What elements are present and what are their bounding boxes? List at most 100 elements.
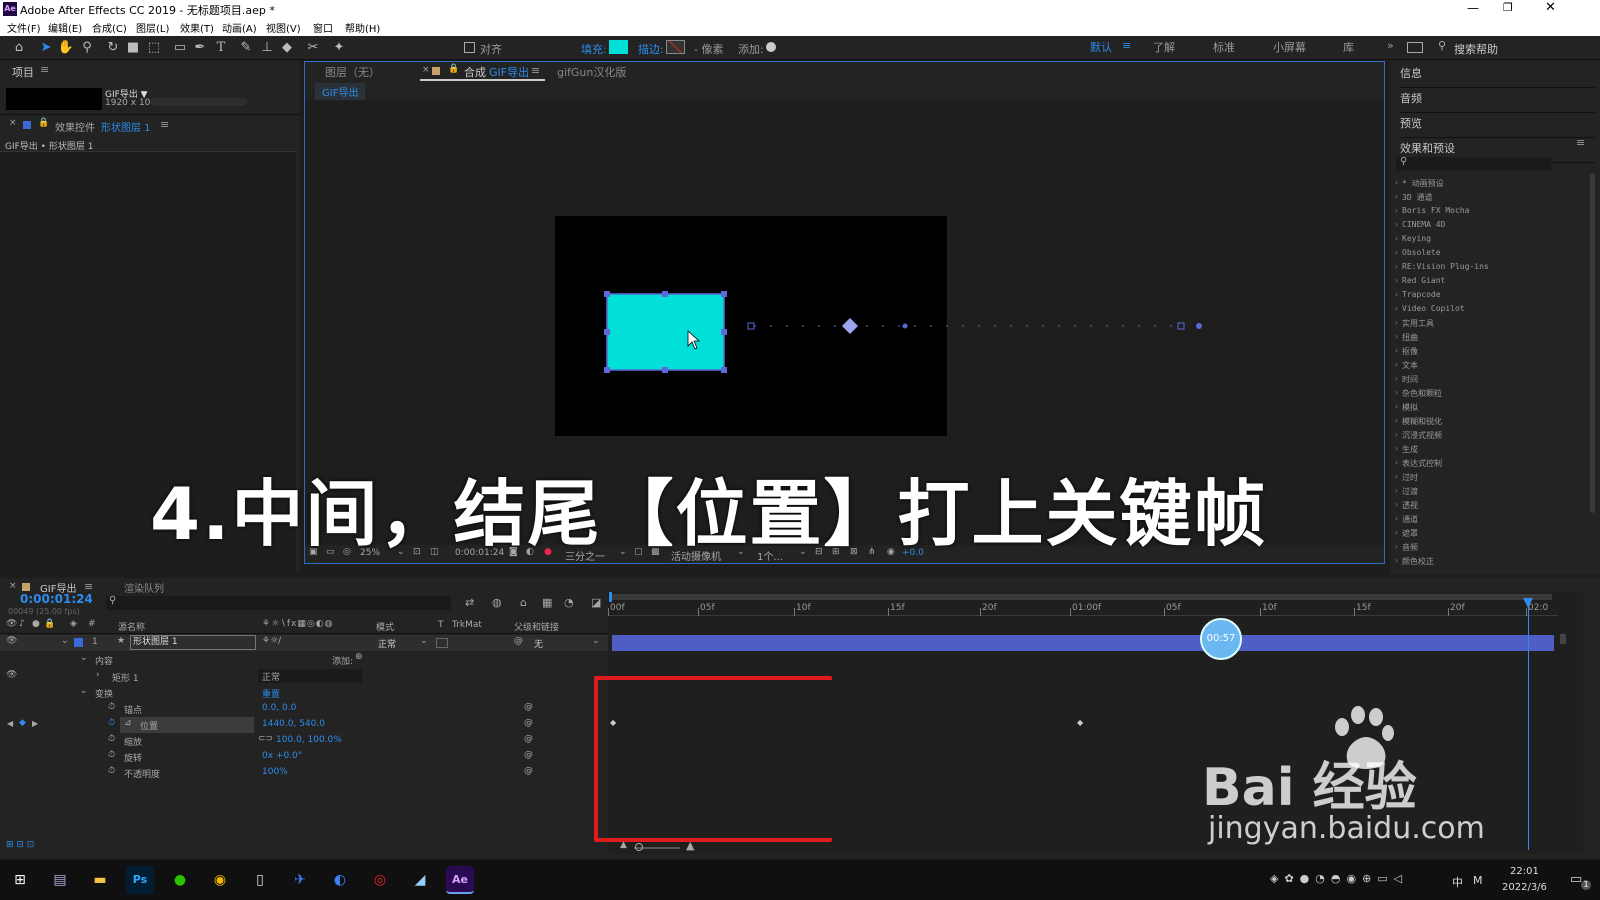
maximize-icon[interactable]: ❐ [1503,1,1513,14]
transform-reset-link[interactable]: 重置 [262,687,280,700]
effects-category[interactable]: › 生成 [1394,444,1418,455]
app-icon-2[interactable]: ◢ [406,866,434,894]
stopwatch-icon[interactable]: ⏱ [108,702,115,712]
pickwhip-icon[interactable]: @ [524,766,533,776]
photoshop-icon[interactable]: Ps [126,866,154,894]
effects-category[interactable]: › 过渡 [1394,486,1418,497]
workspace-3[interactable]: 小屏幕 [1273,39,1306,55]
transform-row[interactable]: ⌄ 变换 重置 [0,685,608,701]
contents-row[interactable]: ⌄ 内容 添加: ⊕ [0,652,608,668]
work-area-start[interactable] [609,592,612,602]
shape-rectangle[interactable] [606,293,725,371]
home-icon[interactable]: ⌂ [9,38,29,58]
effects-category[interactable]: › RE:Vision Plug-ins [1394,262,1489,271]
pickwhip-icon[interactable]: @ [524,702,533,712]
clock-date[interactable]: 2022/3/6 [1502,882,1547,893]
stopwatch-icon[interactable]: ⏱ [108,750,115,760]
workspace-0[interactable]: 默认 [1090,39,1112,55]
expand-chevron-icon[interactable]: › [1394,542,1399,551]
menu-item-4[interactable]: 效果(T) [180,20,214,35]
clone-tool-icon[interactable]: ⊥ [257,38,277,58]
expand-chevron-icon[interactable]: › [1394,430,1399,439]
trkmat-box[interactable] [436,638,448,648]
expand-chevron-icon[interactable]: › [1394,458,1399,467]
expand-chevron-icon[interactable]: › [1394,416,1399,425]
property-row-position[interactable]: ⏱ ⊿ 位置 1440.0, 540.0 @ [0,717,608,733]
contents-add-icon[interactable]: ⊕ [355,652,363,662]
effects-category[interactable]: › 3D 通道 [1394,192,1432,203]
effects-category[interactable]: › 时间 [1394,374,1418,385]
zoom-out-icon[interactable]: ▲ [620,840,627,850]
graph-editor-icon[interactable]: ◪ [591,596,601,609]
menu-item-2[interactable]: 合成(C) [92,20,127,35]
timeline-footer-icons[interactable]: ⊞ ⊟ ⊡ [6,840,34,850]
comp-flowchart-icon[interactable]: ⇄ [465,596,474,609]
effects-category[interactable]: › 表达式控制 [1394,458,1442,469]
expand-chevron-icon[interactable]: › [1394,304,1399,313]
tab-comp-name[interactable]: GIF导出 [489,64,529,80]
notepad-icon[interactable]: ▤ [46,866,74,894]
layer-parent-dropdown[interactable]: 无 [534,637,543,650]
layer-mode-dropdown[interactable]: 正常 [378,637,396,650]
layer-switches[interactable]: ⚘☼∕ [262,636,281,646]
zoom-tool-icon[interactable]: ⚲ [77,38,97,58]
timeline-timecode[interactable]: 0:00:01:24 [20,592,93,606]
parent-chevron-icon[interactable]: ⌄ [592,636,600,646]
file-explorer-icon[interactable]: ▬ [86,866,114,894]
timeline-zoom-slider[interactable]: ▲ ▲ [620,839,700,854]
time-ruler[interactable]: 00f 05f 10f 15f 20f 01:00f 05f 10f 15f 20f 02:0 [608,602,1558,616]
effects-category[interactable]: › * 动画预设 [1394,178,1444,189]
graph-icon[interactable]: ⊿ [124,718,132,728]
menu-item-6[interactable]: 视图(V) [266,20,301,35]
tab-comp-prefix[interactable]: 合成 [464,64,486,80]
clock-time[interactable]: 22:01 [1510,866,1539,877]
effects-category[interactable]: › 过时 [1394,472,1418,483]
wechat-icon[interactable]: ● [166,866,194,894]
pan-behind-icon[interactable]: ⬚ [144,38,164,58]
parent-header[interactable]: 父级和链接 [514,620,559,633]
stroke-color-swatch[interactable] [666,40,685,54]
layer-mode-chevron-icon[interactable]: ⌄ [420,636,428,646]
property-value[interactable]: 100.0, 100.0% [276,735,342,745]
property-value[interactable]: 0x +0.0° [262,751,302,761]
ime-mode-icon[interactable]: M [1473,874,1483,887]
minimize-icon[interactable]: — [1467,1,1479,15]
puppet-tool-icon[interactable]: ✦ [329,38,349,58]
stopwatch-icon[interactable]: ⏱ [108,718,115,728]
menu-item-8[interactable]: 帮助(H) [345,20,380,35]
rectangle-visibility-icon[interactable]: 👁 [6,670,17,680]
mode-header[interactable]: 模式 [376,620,394,633]
effects-category[interactable]: › 实用工具 [1394,318,1434,329]
effects-category[interactable]: › Trapcode [1394,290,1441,299]
tray-icons[interactable]: ◈✿●◔◓◉⊕▭◁ [1270,872,1408,885]
stopwatch-icon[interactable]: ⏱ [108,766,115,776]
expand-chevron-icon[interactable]: › [1394,346,1399,355]
comp-lock-icon[interactable]: 🔒 [448,64,459,74]
shy-icon[interactable]: ⌂ [520,596,527,609]
pen-tool-icon[interactable]: ✒ [190,38,210,58]
effects-category[interactable]: › Red Giant [1394,276,1445,285]
expand-chevron-icon[interactable]: › [1394,206,1399,215]
frame-blend-icon[interactable]: ▦ [542,596,552,609]
timeline-tab-render[interactable]: 渲染队列 [124,580,164,595]
effects-category[interactable]: › Boris FX Mocha [1394,206,1469,215]
fill-color-swatch[interactable] [609,40,628,54]
layer-duration-bar[interactable] [612,635,1554,651]
expand-chevron-icon[interactable]: › [1394,220,1399,229]
property-row-rotation[interactable]: ⏱ 旋转 0x +0.0° @ [0,749,608,765]
expand-chevron-icon[interactable]: › [1394,500,1399,509]
comp-chip[interactable]: GIF导出 [315,83,366,100]
zoom-in-icon[interactable]: ▲ [686,839,694,852]
expand-chevron-icon[interactable]: › [1394,178,1399,187]
close-timeline-icon[interactable]: × [9,581,17,591]
menu-item-3[interactable]: 图层(L) [136,20,169,35]
timeline-vscrollbar[interactable] [1560,634,1566,644]
menu-item-7[interactable]: 窗口 [313,20,333,35]
expand-chevron-icon[interactable]: › [1394,486,1399,495]
effects-category[interactable]: › 抠像 [1394,346,1418,357]
effects-category[interactable]: › 沉浸式视频 [1394,430,1442,441]
effects-category[interactable]: › 文本 [1394,360,1418,371]
expand-chevron-icon[interactable]: › [1394,290,1399,299]
expand-chevron-icon[interactable]: › [1394,402,1399,411]
effects-tab-menu-icon[interactable]: ≡ [160,118,169,131]
